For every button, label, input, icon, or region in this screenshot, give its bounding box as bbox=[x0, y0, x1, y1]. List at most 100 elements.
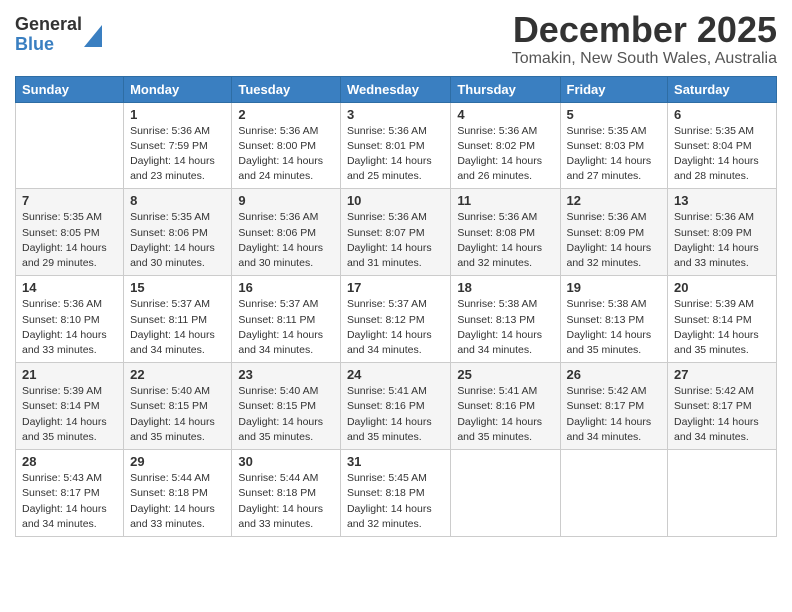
day-info: Sunrise: 5:44 AM Sunset: 8:18 PM Dayligh… bbox=[130, 471, 225, 532]
day-number: 24 bbox=[347, 367, 444, 382]
col-saturday: Saturday bbox=[668, 76, 777, 102]
calendar-cell: 20 Sunrise: 5:39 AM Sunset: 8:14 PM Dayli… bbox=[668, 276, 777, 363]
day-number: 19 bbox=[567, 280, 662, 295]
day-info: Sunrise: 5:36 AM Sunset: 8:10 PM Dayligh… bbox=[22, 297, 117, 358]
calendar-cell: 4 Sunrise: 5:36 AM Sunset: 8:02 PM Daylig… bbox=[451, 102, 560, 189]
day-info: Sunrise: 5:38 AM Sunset: 8:13 PM Dayligh… bbox=[457, 297, 553, 358]
calendar-cell: 14 Sunrise: 5:36 AM Sunset: 8:10 PM Dayli… bbox=[16, 276, 124, 363]
day-info: Sunrise: 5:41 AM Sunset: 8:16 PM Dayligh… bbox=[457, 384, 553, 445]
calendar-cell: 29 Sunrise: 5:44 AM Sunset: 8:18 PM Dayli… bbox=[124, 450, 232, 537]
calendar-week-row: 28 Sunrise: 5:43 AM Sunset: 8:17 PM Dayli… bbox=[16, 450, 777, 537]
day-info: Sunrise: 5:35 AM Sunset: 8:06 PM Dayligh… bbox=[130, 210, 225, 271]
day-info: Sunrise: 5:36 AM Sunset: 8:08 PM Dayligh… bbox=[457, 210, 553, 271]
day-number: 29 bbox=[130, 454, 225, 469]
day-info: Sunrise: 5:37 AM Sunset: 8:11 PM Dayligh… bbox=[238, 297, 334, 358]
calendar-header-row: Sunday Monday Tuesday Wednesday Thursday… bbox=[16, 76, 777, 102]
day-info: Sunrise: 5:41 AM Sunset: 8:16 PM Dayligh… bbox=[347, 384, 444, 445]
calendar-cell: 5 Sunrise: 5:35 AM Sunset: 8:03 PM Daylig… bbox=[560, 102, 668, 189]
calendar-cell: 15Sunrise: 5:37 AM Sunset: 8:11 PM Dayli… bbox=[124, 276, 232, 363]
day-info: Sunrise: 5:38 AM Sunset: 8:13 PM Dayligh… bbox=[567, 297, 662, 358]
day-info: Sunrise: 5:39 AM Sunset: 8:14 PM Dayligh… bbox=[22, 384, 117, 445]
day-number: 9 bbox=[238, 193, 334, 208]
day-info: Sunrise: 5:43 AM Sunset: 8:17 PM Dayligh… bbox=[22, 471, 117, 532]
calendar-cell: 6 Sunrise: 5:35 AM Sunset: 8:04 PM Daylig… bbox=[668, 102, 777, 189]
col-sunday: Sunday bbox=[16, 76, 124, 102]
day-number: 21 bbox=[22, 367, 117, 382]
calendar-cell: 1Sunrise: 5:36 AM Sunset: 7:59 PM Daylig… bbox=[124, 102, 232, 189]
day-info: Sunrise: 5:36 AM Sunset: 8:07 PM Dayligh… bbox=[347, 210, 444, 271]
calendar-cell: 10 Sunrise: 5:36 AM Sunset: 8:07 PM Dayli… bbox=[340, 189, 450, 276]
day-number: 28 bbox=[22, 454, 117, 469]
calendar-cell: 18 Sunrise: 5:38 AM Sunset: 8:13 PM Dayli… bbox=[451, 276, 560, 363]
day-number: 16 bbox=[238, 280, 334, 295]
calendar-cell: 28 Sunrise: 5:43 AM Sunset: 8:17 PM Dayli… bbox=[16, 450, 124, 537]
day-info: Sunrise: 5:45 AM Sunset: 8:18 PM Dayligh… bbox=[347, 471, 444, 532]
col-wednesday: Wednesday bbox=[340, 76, 450, 102]
calendar-cell: 24 Sunrise: 5:41 AM Sunset: 8:16 PM Dayli… bbox=[340, 363, 450, 450]
calendar-cell bbox=[560, 450, 668, 537]
day-number: 3 bbox=[347, 107, 444, 122]
day-number: 22 bbox=[130, 367, 225, 382]
day-number: 20 bbox=[674, 280, 770, 295]
day-info: Sunrise: 5:35 AM Sunset: 8:03 PM Dayligh… bbox=[567, 124, 662, 185]
page: General Blue December 2025 Tomakin, New … bbox=[0, 0, 792, 612]
location-title: Tomakin, New South Wales, Australia bbox=[512, 50, 777, 68]
calendar-cell: 17 Sunrise: 5:37 AM Sunset: 8:12 PM Dayli… bbox=[340, 276, 450, 363]
day-info: Sunrise: 5:40 AM Sunset: 8:15 PM Dayligh… bbox=[130, 384, 225, 445]
col-tuesday: Tuesday bbox=[232, 76, 341, 102]
day-info: Sunrise: 5:40 AM Sunset: 8:15 PM Dayligh… bbox=[238, 384, 334, 445]
calendar-cell bbox=[16, 102, 124, 189]
day-info: Sunrise: 5:36 AM Sunset: 8:02 PM Dayligh… bbox=[457, 124, 553, 185]
calendar-cell: 3 Sunrise: 5:36 AM Sunset: 8:01 PM Daylig… bbox=[340, 102, 450, 189]
day-info: Sunrise: 5:42 AM Sunset: 8:17 PM Dayligh… bbox=[567, 384, 662, 445]
calendar-cell: 7Sunrise: 5:35 AM Sunset: 8:05 PM Daylig… bbox=[16, 189, 124, 276]
logo-icon bbox=[84, 25, 102, 47]
day-number: 18 bbox=[457, 280, 553, 295]
day-info: Sunrise: 5:36 AM Sunset: 8:00 PM Dayligh… bbox=[238, 124, 334, 185]
day-number: 31 bbox=[347, 454, 444, 469]
calendar-cell: 25Sunrise: 5:41 AM Sunset: 8:16 PM Dayli… bbox=[451, 363, 560, 450]
day-number: 30 bbox=[238, 454, 334, 469]
calendar-cell bbox=[451, 450, 560, 537]
day-info: Sunrise: 5:37 AM Sunset: 8:11 PM Dayligh… bbox=[130, 297, 225, 358]
calendar-cell: 11 Sunrise: 5:36 AM Sunset: 8:08 PM Dayli… bbox=[451, 189, 560, 276]
day-info: Sunrise: 5:42 AM Sunset: 8:17 PM Dayligh… bbox=[674, 384, 770, 445]
day-info: Sunrise: 5:36 AM Sunset: 8:09 PM Dayligh… bbox=[567, 210, 662, 271]
calendar-cell: 13 Sunrise: 5:36 AM Sunset: 8:09 PM Dayli… bbox=[668, 189, 777, 276]
calendar-cell: 22 Sunrise: 5:40 AM Sunset: 8:15 PM Dayli… bbox=[124, 363, 232, 450]
day-number: 14 bbox=[22, 280, 117, 295]
calendar-cell: 26 Sunrise: 5:42 AM Sunset: 8:17 PM Dayli… bbox=[560, 363, 668, 450]
day-number: 6 bbox=[674, 107, 770, 122]
calendar-cell: 12 Sunrise: 5:36 AM Sunset: 8:09 PM Dayli… bbox=[560, 189, 668, 276]
day-number: 26 bbox=[567, 367, 662, 382]
calendar-cell: 8Sunrise: 5:35 AM Sunset: 8:06 PM Daylig… bbox=[124, 189, 232, 276]
calendar-week-row: 1Sunrise: 5:36 AM Sunset: 7:59 PM Daylig… bbox=[16, 102, 777, 189]
day-number: 5 bbox=[567, 107, 662, 122]
day-info: Sunrise: 5:36 AM Sunset: 8:09 PM Dayligh… bbox=[674, 210, 770, 271]
day-info: Sunrise: 5:37 AM Sunset: 8:12 PM Dayligh… bbox=[347, 297, 444, 358]
col-thursday: Thursday bbox=[451, 76, 560, 102]
calendar-cell bbox=[668, 450, 777, 537]
day-number: 11 bbox=[457, 193, 553, 208]
day-info: Sunrise: 5:35 AM Sunset: 8:04 PM Dayligh… bbox=[674, 124, 770, 185]
day-number: 27 bbox=[674, 367, 770, 382]
calendar-cell: 21 Sunrise: 5:39 AM Sunset: 8:14 PM Dayli… bbox=[16, 363, 124, 450]
day-number: 10 bbox=[347, 193, 444, 208]
day-number: 4 bbox=[457, 107, 553, 122]
logo: General Blue bbox=[15, 15, 102, 55]
day-number: 17 bbox=[347, 280, 444, 295]
day-info: Sunrise: 5:36 AM Sunset: 8:01 PM Dayligh… bbox=[347, 124, 444, 185]
title-block: December 2025 Tomakin, New South Wales, … bbox=[512, 10, 777, 68]
calendar-week-row: 7Sunrise: 5:35 AM Sunset: 8:05 PM Daylig… bbox=[16, 189, 777, 276]
calendar-week-row: 14 Sunrise: 5:36 AM Sunset: 8:10 PM Dayli… bbox=[16, 276, 777, 363]
logo-blue-text: Blue bbox=[15, 35, 82, 55]
calendar-cell: 23Sunrise: 5:40 AM Sunset: 8:15 PM Dayli… bbox=[232, 363, 341, 450]
calendar-cell: 31 Sunrise: 5:45 AM Sunset: 8:18 PM Dayli… bbox=[340, 450, 450, 537]
col-monday: Monday bbox=[124, 76, 232, 102]
day-number: 2 bbox=[238, 107, 334, 122]
day-number: 12 bbox=[567, 193, 662, 208]
calendar-week-row: 21 Sunrise: 5:39 AM Sunset: 8:14 PM Dayli… bbox=[16, 363, 777, 450]
month-title: December 2025 bbox=[512, 10, 777, 50]
day-number: 13 bbox=[674, 193, 770, 208]
day-info: Sunrise: 5:39 AM Sunset: 8:14 PM Dayligh… bbox=[674, 297, 770, 358]
